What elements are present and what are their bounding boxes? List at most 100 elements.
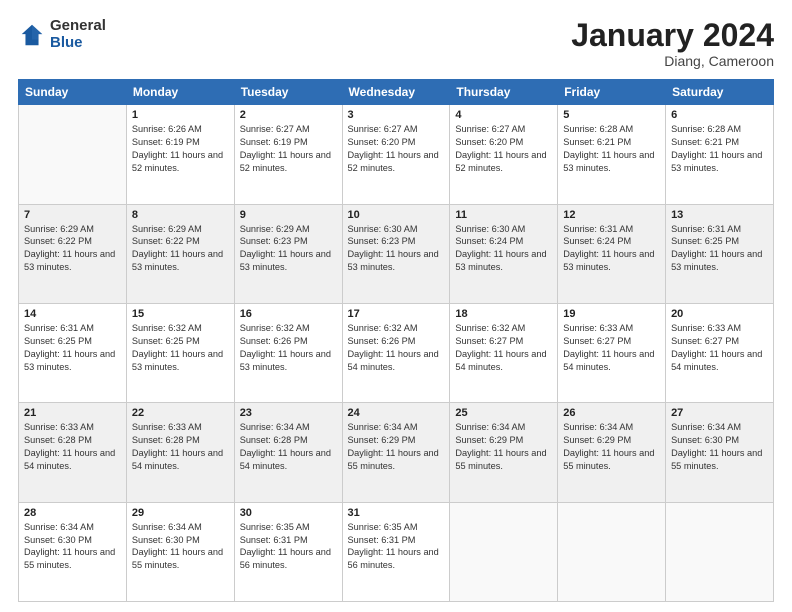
cell-info: Sunrise: 6:32 AM Sunset: 6:27 PM Dayligh…	[455, 322, 552, 374]
cell-daylight: Daylight: 11 hours and 53 minutes.	[24, 348, 121, 374]
cell-sunset: Sunset: 6:28 PM	[240, 434, 337, 447]
cell-sunset: Sunset: 6:22 PM	[132, 235, 229, 248]
cell-date: 30	[240, 507, 337, 519]
table-row: 23 Sunrise: 6:34 AM Sunset: 6:28 PM Dayl…	[234, 403, 342, 502]
cell-daylight: Daylight: 11 hours and 55 minutes.	[455, 447, 552, 473]
cell-date: 8	[132, 209, 229, 221]
cell-daylight: Daylight: 11 hours and 53 minutes.	[132, 348, 229, 374]
cell-sunset: Sunset: 6:28 PM	[132, 434, 229, 447]
table-row: 18 Sunrise: 6:32 AM Sunset: 6:27 PM Dayl…	[450, 303, 558, 402]
cell-sunrise: Sunrise: 6:32 AM	[240, 322, 337, 335]
table-row: 30 Sunrise: 6:35 AM Sunset: 6:31 PM Dayl…	[234, 502, 342, 601]
cell-sunset: Sunset: 6:21 PM	[563, 136, 660, 149]
cell-info: Sunrise: 6:34 AM Sunset: 6:30 PM Dayligh…	[671, 421, 768, 473]
table-row	[450, 502, 558, 601]
col-thursday: Thursday	[450, 80, 558, 105]
table-row: 27 Sunrise: 6:34 AM Sunset: 6:30 PM Dayl…	[666, 403, 774, 502]
cell-daylight: Daylight: 11 hours and 53 minutes.	[563, 149, 660, 175]
col-monday: Monday	[126, 80, 234, 105]
cell-sunrise: Sunrise: 6:29 AM	[240, 223, 337, 236]
table-row: 17 Sunrise: 6:32 AM Sunset: 6:26 PM Dayl…	[342, 303, 450, 402]
col-saturday: Saturday	[666, 80, 774, 105]
table-row: 11 Sunrise: 6:30 AM Sunset: 6:24 PM Dayl…	[450, 204, 558, 303]
table-row: 1 Sunrise: 6:26 AM Sunset: 6:19 PM Dayli…	[126, 105, 234, 204]
cell-date: 12	[563, 209, 660, 221]
cell-sunset: Sunset: 6:26 PM	[348, 335, 445, 348]
cell-sunset: Sunset: 6:28 PM	[24, 434, 121, 447]
cell-date: 3	[348, 109, 445, 121]
cell-date: 18	[455, 308, 552, 320]
cell-date: 29	[132, 507, 229, 519]
cell-info: Sunrise: 6:32 AM Sunset: 6:25 PM Dayligh…	[132, 322, 229, 374]
cell-info: Sunrise: 6:29 AM Sunset: 6:23 PM Dayligh…	[240, 223, 337, 275]
table-row: 2 Sunrise: 6:27 AM Sunset: 6:19 PM Dayli…	[234, 105, 342, 204]
cell-date: 10	[348, 209, 445, 221]
cell-sunset: Sunset: 6:21 PM	[671, 136, 768, 149]
table-row: 5 Sunrise: 6:28 AM Sunset: 6:21 PM Dayli…	[558, 105, 666, 204]
calendar-week-2: 7 Sunrise: 6:29 AM Sunset: 6:22 PM Dayli…	[19, 204, 774, 303]
logo: General Blue	[18, 18, 106, 51]
cell-sunrise: Sunrise: 6:33 AM	[132, 421, 229, 434]
cell-info: Sunrise: 6:27 AM Sunset: 6:20 PM Dayligh…	[455, 123, 552, 175]
cell-info: Sunrise: 6:34 AM Sunset: 6:30 PM Dayligh…	[24, 521, 121, 573]
table-row: 8 Sunrise: 6:29 AM Sunset: 6:22 PM Dayli…	[126, 204, 234, 303]
cell-date: 11	[455, 209, 552, 221]
cell-sunrise: Sunrise: 6:28 AM	[671, 123, 768, 136]
cell-sunrise: Sunrise: 6:29 AM	[132, 223, 229, 236]
cell-date: 1	[132, 109, 229, 121]
cell-sunrise: Sunrise: 6:32 AM	[455, 322, 552, 335]
cell-daylight: Daylight: 11 hours and 56 minutes.	[240, 546, 337, 572]
cell-date: 24	[348, 407, 445, 419]
calendar-table: Sunday Monday Tuesday Wednesday Thursday…	[18, 79, 774, 602]
cell-info: Sunrise: 6:27 AM Sunset: 6:19 PM Dayligh…	[240, 123, 337, 175]
logo-text: General Blue	[50, 18, 106, 51]
cell-sunrise: Sunrise: 6:31 AM	[563, 223, 660, 236]
cell-date: 23	[240, 407, 337, 419]
cell-sunset: Sunset: 6:25 PM	[132, 335, 229, 348]
cell-sunset: Sunset: 6:30 PM	[24, 534, 121, 547]
cell-daylight: Daylight: 11 hours and 53 minutes.	[671, 248, 768, 274]
cell-date: 14	[24, 308, 121, 320]
calendar-subtitle: Diang, Cameroon	[571, 53, 774, 69]
table-row: 21 Sunrise: 6:33 AM Sunset: 6:28 PM Dayl…	[19, 403, 127, 502]
cell-sunset: Sunset: 6:19 PM	[240, 136, 337, 149]
cell-daylight: Daylight: 11 hours and 56 minutes.	[348, 546, 445, 572]
cell-info: Sunrise: 6:35 AM Sunset: 6:31 PM Dayligh…	[348, 521, 445, 573]
table-row	[558, 502, 666, 601]
cell-sunrise: Sunrise: 6:27 AM	[455, 123, 552, 136]
cell-daylight: Daylight: 11 hours and 54 minutes.	[132, 447, 229, 473]
cell-date: 28	[24, 507, 121, 519]
cell-sunrise: Sunrise: 6:32 AM	[132, 322, 229, 335]
cell-sunrise: Sunrise: 6:34 AM	[348, 421, 445, 434]
cell-sunrise: Sunrise: 6:34 AM	[671, 421, 768, 434]
table-row: 22 Sunrise: 6:33 AM Sunset: 6:28 PM Dayl…	[126, 403, 234, 502]
cell-info: Sunrise: 6:31 AM Sunset: 6:24 PM Dayligh…	[563, 223, 660, 275]
table-row: 31 Sunrise: 6:35 AM Sunset: 6:31 PM Dayl…	[342, 502, 450, 601]
page: General Blue January 2024 Diang, Cameroo…	[0, 0, 792, 612]
cell-info: Sunrise: 6:28 AM Sunset: 6:21 PM Dayligh…	[671, 123, 768, 175]
cell-info: Sunrise: 6:35 AM Sunset: 6:31 PM Dayligh…	[240, 521, 337, 573]
cell-date: 31	[348, 507, 445, 519]
col-tuesday: Tuesday	[234, 80, 342, 105]
cell-daylight: Daylight: 11 hours and 52 minutes.	[132, 149, 229, 175]
cell-sunrise: Sunrise: 6:26 AM	[132, 123, 229, 136]
cell-sunset: Sunset: 6:31 PM	[348, 534, 445, 547]
table-row	[19, 105, 127, 204]
cell-daylight: Daylight: 11 hours and 55 minutes.	[348, 447, 445, 473]
cell-sunset: Sunset: 6:29 PM	[563, 434, 660, 447]
table-row: 4 Sunrise: 6:27 AM Sunset: 6:20 PM Dayli…	[450, 105, 558, 204]
cell-date: 4	[455, 109, 552, 121]
cell-daylight: Daylight: 11 hours and 53 minutes.	[671, 149, 768, 175]
cell-info: Sunrise: 6:26 AM Sunset: 6:19 PM Dayligh…	[132, 123, 229, 175]
cell-daylight: Daylight: 11 hours and 53 minutes.	[132, 248, 229, 274]
cell-sunrise: Sunrise: 6:31 AM	[671, 223, 768, 236]
calendar-week-4: 21 Sunrise: 6:33 AM Sunset: 6:28 PM Dayl…	[19, 403, 774, 502]
cell-daylight: Daylight: 11 hours and 55 minutes.	[563, 447, 660, 473]
cell-date: 16	[240, 308, 337, 320]
header-row: Sunday Monday Tuesday Wednesday Thursday…	[19, 80, 774, 105]
cell-date: 19	[563, 308, 660, 320]
cell-info: Sunrise: 6:34 AM Sunset: 6:28 PM Dayligh…	[240, 421, 337, 473]
cell-sunrise: Sunrise: 6:34 AM	[240, 421, 337, 434]
calendar-week-3: 14 Sunrise: 6:31 AM Sunset: 6:25 PM Dayl…	[19, 303, 774, 402]
cell-info: Sunrise: 6:28 AM Sunset: 6:21 PM Dayligh…	[563, 123, 660, 175]
